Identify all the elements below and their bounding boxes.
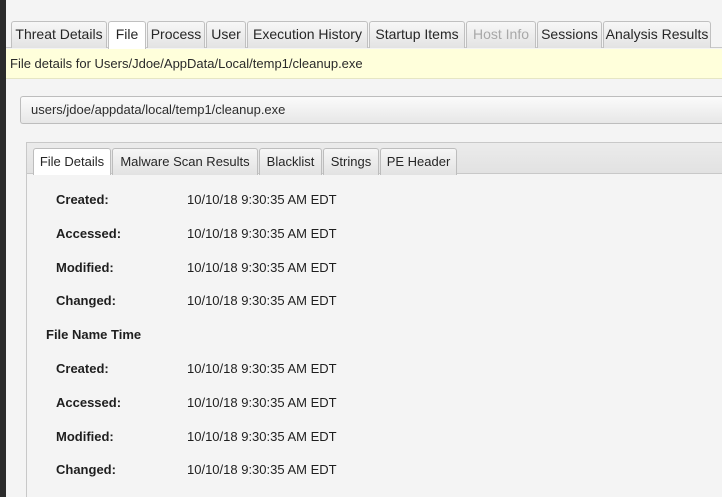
fn-changed-row: Changed: 10/10/18 9:30:35 AM EDT xyxy=(56,460,476,480)
fn-modified-row: Modified: 10/10/18 9:30:35 AM EDT xyxy=(56,427,476,447)
fn-accessed-row: Accessed: 10/10/18 9:30:35 AM EDT xyxy=(56,393,476,413)
modified-value: 10/10/18 9:30:35 AM EDT xyxy=(187,260,337,275)
fn-created-label: Created: xyxy=(56,361,109,376)
accessed-label: Accessed: xyxy=(56,226,122,241)
main-tab-bar: Threat Details File Process User Executi… xyxy=(6,20,722,49)
tab-file[interactable]: File xyxy=(108,21,146,49)
subtab-strings[interactable]: Strings xyxy=(323,148,379,175)
tab-threat-details[interactable]: Threat Details xyxy=(11,21,107,48)
fn-accessed-value: 10/10/18 9:30:35 AM EDT xyxy=(187,395,337,410)
accessed-value: 10/10/18 9:30:35 AM EDT xyxy=(187,226,337,241)
fn-changed-label: Changed: xyxy=(56,462,116,477)
accessed-row: Accessed: 10/10/18 9:30:35 AM EDT xyxy=(56,224,476,244)
created-value: 10/10/18 9:30:35 AM EDT xyxy=(187,192,337,207)
top-strip xyxy=(6,0,722,20)
tab-analysis-results[interactable]: Analysis Results xyxy=(603,21,711,48)
fn-created-value: 10/10/18 9:30:35 AM EDT xyxy=(187,361,337,376)
subtab-blacklist[interactable]: Blacklist xyxy=(259,148,322,175)
file-name-time-heading: File Name Time xyxy=(46,327,142,342)
created-row: Created: 10/10/18 9:30:35 AM EDT xyxy=(56,190,476,210)
modified-row: Modified: 10/10/18 9:30:35 AM EDT xyxy=(56,258,476,278)
tab-sessions[interactable]: Sessions xyxy=(537,21,602,48)
fn-changed-value: 10/10/18 9:30:35 AM EDT xyxy=(187,462,337,477)
tab-execution-history[interactable]: Execution History xyxy=(247,21,368,48)
file-subtab-bar: File Details Malware Scan Results Blackl… xyxy=(27,142,722,176)
file-subtab-pane: File Details Malware Scan Results Blackl… xyxy=(26,142,722,497)
tab-process[interactable]: Process xyxy=(147,21,205,48)
tab-host-info: Host Info xyxy=(466,21,536,48)
changed-row: Changed: 10/10/18 9:30:35 AM EDT xyxy=(56,291,476,311)
subtab-malware-scan-results[interactable]: Malware Scan Results xyxy=(112,148,258,175)
fn-modified-label: Modified: xyxy=(56,429,114,444)
fn-created-row: Created: 10/10/18 9:30:35 AM EDT xyxy=(56,359,476,379)
fn-modified-value: 10/10/18 9:30:35 AM EDT xyxy=(187,429,337,444)
subtab-pe-header[interactable]: PE Header xyxy=(380,148,457,175)
tab-user[interactable]: User xyxy=(206,21,246,48)
tab-startup-items[interactable]: Startup Items xyxy=(369,21,465,48)
file-path-selector[interactable]: users/jdoe/appdata/local/temp1/cleanup.e… xyxy=(20,96,722,124)
file-details-content: Created: 10/10/18 9:30:35 AM EDT Accesse… xyxy=(27,175,722,497)
subtab-file-details[interactable]: File Details xyxy=(33,148,111,176)
file-details-info-bar: File details for Users/Jdoe/AppData/Loca… xyxy=(6,49,722,79)
created-label: Created: xyxy=(56,192,109,207)
modified-label: Modified: xyxy=(56,260,114,275)
file-details-panel: Threat Details File Process User Executi… xyxy=(6,0,722,497)
fn-accessed-label: Accessed: xyxy=(56,395,122,410)
changed-label: Changed: xyxy=(56,293,116,308)
changed-value: 10/10/18 9:30:35 AM EDT xyxy=(187,293,337,308)
